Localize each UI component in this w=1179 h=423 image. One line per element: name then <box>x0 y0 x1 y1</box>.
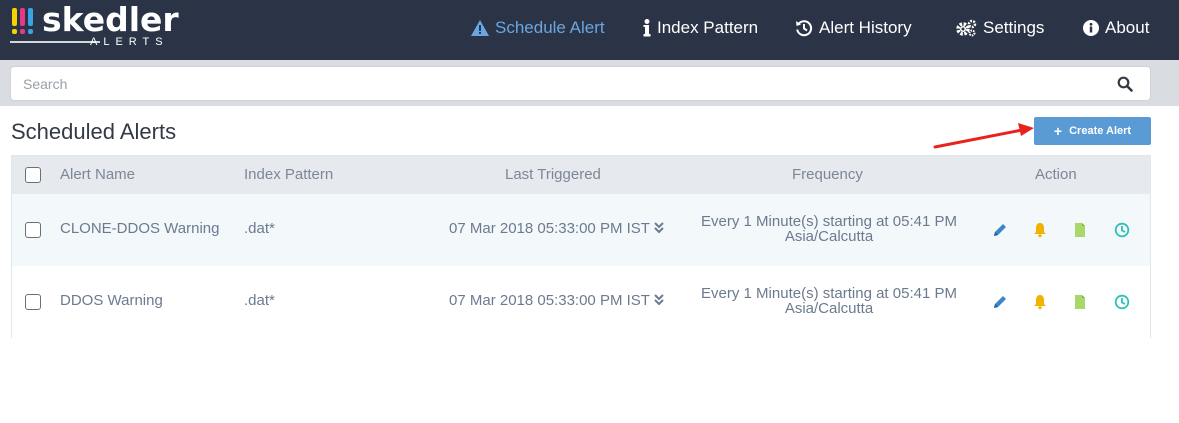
bell-icon[interactable] <box>1032 222 1048 238</box>
nav-settings[interactable]: Settings <box>955 0 1044 56</box>
table-row: CLONE-DDOS Warning .dat* 07 Mar 2018 05:… <box>12 194 1150 266</box>
create-alert-label: Create Alert <box>1069 125 1132 137</box>
pencil-icon[interactable] <box>992 222 1008 238</box>
skedler-logo[interactable]: skedler ALERTS <box>10 0 195 51</box>
gears-icon <box>956 19 977 37</box>
frequency-line-1: Every 1 Minute(s) starting at 05:41 PM <box>701 285 957 302</box>
alert-name[interactable]: CLONE-DDOS Warning <box>60 220 219 237</box>
file-icon[interactable] <box>1072 294 1088 310</box>
pencil-icon[interactable] <box>992 294 1008 310</box>
search-box <box>10 66 1151 101</box>
nav-index-pattern-label: Index Pattern <box>657 18 759 37</box>
search-input[interactable] <box>23 67 1103 100</box>
double-chevron-down-icon[interactable] <box>654 294 664 306</box>
last-triggered[interactable]: 07 Mar 2018 05:33:00 PM IST <box>449 220 664 237</box>
nav-about[interactable]: About <box>1083 0 1149 56</box>
header-action: Action <box>1035 166 1077 183</box>
nav-schedule-alert-label: Schedule Alert <box>495 18 605 37</box>
header-last-triggered[interactable]: Last Triggered <box>505 166 601 183</box>
last-triggered[interactable]: 07 Mar 2018 05:33:00 PM IST <box>449 292 664 309</box>
search-bar-container <box>0 60 1179 106</box>
header-frequency[interactable]: Frequency <box>792 166 863 183</box>
table-header: Alert Name Index Pattern Last Triggered … <box>12 156 1150 194</box>
header-index-pattern[interactable]: Index Pattern <box>244 166 333 183</box>
logo-underline <box>10 41 100 43</box>
bell-icon[interactable] <box>1032 294 1048 310</box>
frequency: Every 1 Minute(s) starting at 05:41 PM A… <box>694 214 964 244</box>
search-icon[interactable] <box>1117 76 1133 92</box>
clock-icon[interactable] <box>1114 294 1130 310</box>
index-pattern: .dat* <box>244 220 275 237</box>
table-row: DDOS Warning .dat* 07 Mar 2018 05:33:00 … <box>12 266 1150 338</box>
last-triggered-text: 07 Mar 2018 05:33:00 PM IST <box>449 292 650 309</box>
frequency-line-2: Asia/Calcutta <box>784 300 874 317</box>
frequency: Every 1 Minute(s) starting at 05:41 PM A… <box>694 286 964 316</box>
info-icon <box>643 19 651 37</box>
frequency-line-2: Asia/Calcutta <box>784 228 874 245</box>
nav-index-pattern[interactable]: Index Pattern <box>643 0 758 56</box>
nav-about-label: About <box>1105 18 1150 37</box>
top-navbar: skedler ALERTS Schedule Alert Index Patt… <box>0 0 1179 60</box>
logo-bars-icon <box>12 8 33 34</box>
clock-icon[interactable] <box>1114 222 1130 238</box>
nav-alert-history-label: Alert History <box>819 18 912 37</box>
row-checkbox[interactable] <box>25 222 41 238</box>
logo-wordmark: skedler <box>42 0 179 39</box>
last-triggered-text: 07 Mar 2018 05:33:00 PM IST <box>449 220 650 237</box>
nav-settings-label: Settings <box>983 18 1045 37</box>
plus-icon: + <box>1053 123 1063 139</box>
header-alert-name[interactable]: Alert Name <box>60 166 135 183</box>
double-chevron-down-icon[interactable] <box>654 222 664 234</box>
file-icon[interactable] <box>1072 222 1088 238</box>
alerts-table: Alert Name Index Pattern Last Triggered … <box>11 155 1151 338</box>
frequency-line-1: Every 1 Minute(s) starting at 05:41 PM <box>701 213 957 230</box>
history-icon <box>796 20 813 37</box>
nav-alert-history[interactable]: Alert History <box>795 0 912 56</box>
logo-subtitle: ALERTS <box>90 36 169 48</box>
row-checkbox[interactable] <box>25 294 41 310</box>
index-pattern: .dat* <box>244 292 275 309</box>
info-circle-icon <box>1083 20 1099 36</box>
create-alert-button[interactable]: + Create Alert <box>1034 117 1151 145</box>
nav-schedule-alert[interactable]: Schedule Alert <box>471 0 605 56</box>
select-all-checkbox[interactable] <box>25 167 41 183</box>
warning-icon <box>471 20 489 36</box>
red-arrow-annotation <box>933 123 1034 149</box>
page-title: Scheduled Alerts <box>11 119 177 144</box>
alert-name[interactable]: DDOS Warning <box>60 292 163 309</box>
